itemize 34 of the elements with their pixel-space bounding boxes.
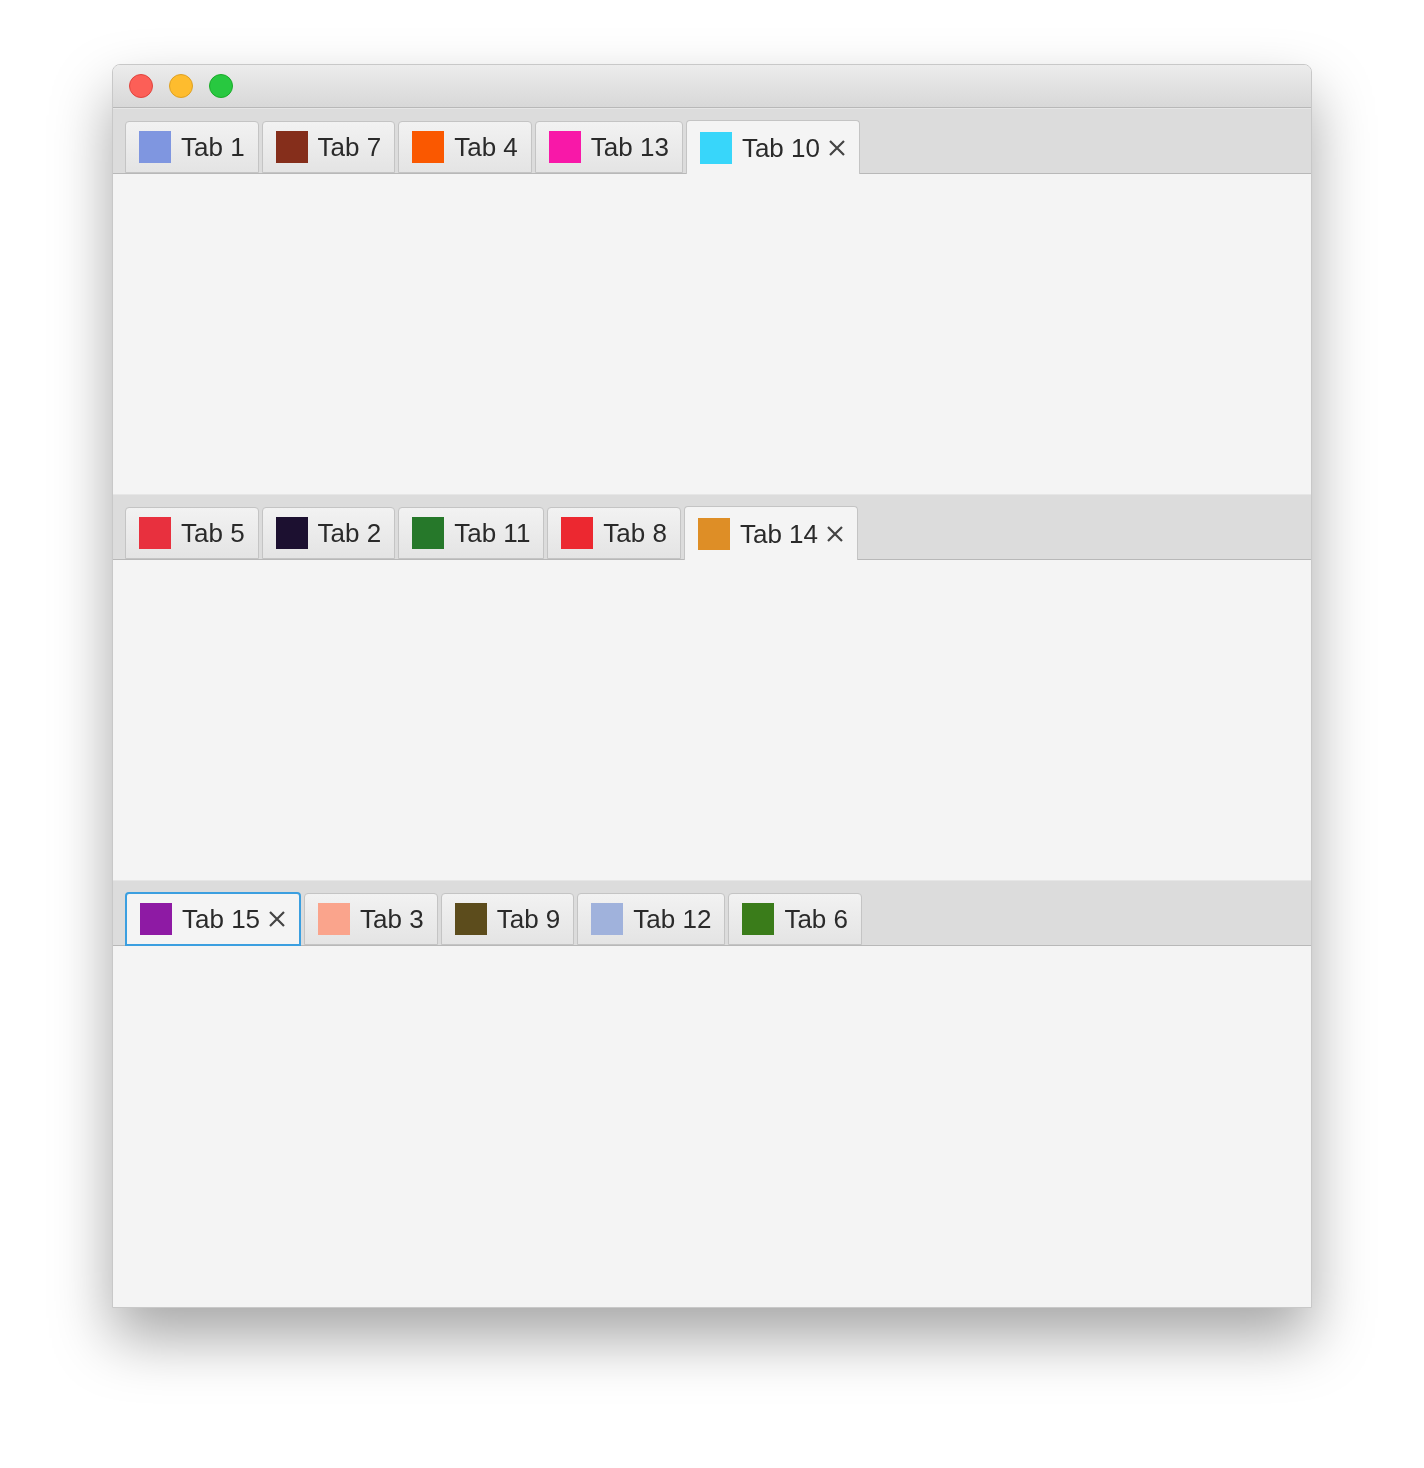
tab[interactable]: Tab 9 — [440, 893, 575, 945]
tab[interactable]: Tab 5 — [125, 507, 259, 559]
tab[interactable]: Tab 11 — [398, 507, 545, 559]
tab-label: Tab 5 — [181, 520, 245, 546]
tab[interactable]: Tab 1 — [125, 121, 259, 173]
tab[interactable]: Tab 13 — [534, 121, 683, 173]
tab-label: Tab 15 — [182, 906, 261, 932]
close-icon[interactable] — [268, 910, 287, 928]
tab-label: Tab 3 — [360, 906, 424, 932]
tab-label: Tab 12 — [633, 906, 712, 932]
tab[interactable]: Tab 7 — [261, 121, 396, 173]
tab-label: Tab 1 — [181, 134, 245, 160]
close-icon[interactable] — [828, 138, 846, 157]
tab-label: Tab 13 — [590, 134, 669, 160]
tab[interactable]: Tab 8 — [547, 507, 681, 559]
tab-label: Tab 6 — [784, 906, 848, 932]
tab-label: Tab 8 — [603, 520, 667, 546]
tab[interactable]: Tab 6 — [728, 893, 862, 945]
tab[interactable]: Tab 10 — [685, 120, 860, 174]
tab-label: Tab 10 — [741, 134, 820, 161]
tab[interactable]: Tab 4 — [398, 121, 532, 173]
tab-label: Tab 9 — [496, 906, 561, 932]
tab-label: Tab 14 — [739, 520, 819, 547]
close-icon[interactable] — [826, 524, 845, 543]
tab[interactable]: Tab 14 — [683, 506, 859, 560]
tab-label: Tab 11 — [454, 520, 531, 546]
tab-label: Tab 2 — [317, 520, 382, 546]
tab[interactable]: Tab 15 — [125, 892, 302, 946]
tab[interactable]: Tab 12 — [577, 893, 726, 945]
close-window-icon[interactable] — [129, 74, 153, 98]
tab-label: Tab 4 — [454, 134, 518, 160]
tab-label: Tab 7 — [317, 134, 382, 160]
tab[interactable]: Tab 3 — [304, 893, 438, 945]
tab[interactable]: Tab 2 — [261, 507, 396, 559]
